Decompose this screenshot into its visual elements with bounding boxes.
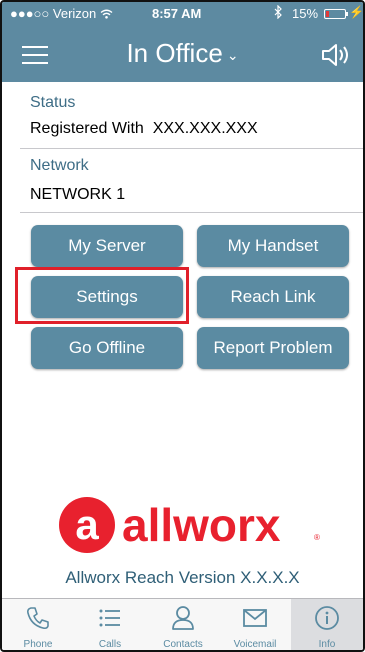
- phone-screen: ●●●○○ Verizon 8:57 AM 15% ⚡ In Office ⌄ …: [0, 0, 365, 652]
- svg-text:allworx: allworx: [122, 499, 281, 551]
- signal-carrier: ●●●○○ Verizon: [10, 6, 113, 21]
- tab-label: Calls: [98, 639, 122, 650]
- clock: 8:57 AM: [152, 6, 202, 21]
- carrier-name: Verizon: [52, 6, 97, 21]
- network-value: NETWORK 1: [30, 186, 126, 203]
- info-icon: [315, 606, 339, 630]
- network-label: Network: [30, 157, 89, 174]
- tab-phone[interactable]: Phone: [2, 599, 74, 650]
- tab-calls[interactable]: Calls: [74, 599, 146, 650]
- report-problem-button[interactable]: Report Problem: [197, 327, 349, 369]
- allworx-logo: a allworx ®: [58, 496, 320, 554]
- reach-link-button[interactable]: Reach Link: [197, 276, 349, 318]
- tab-voicemail[interactable]: Voicemail: [219, 599, 291, 650]
- version-text: Allworx Reach Version X.X.X.X: [65, 568, 300, 587]
- tab-label: Info: [318, 639, 336, 650]
- speaker-icon[interactable]: [320, 42, 350, 68]
- my-handset-button[interactable]: My Handset: [197, 225, 349, 267]
- list-icon: [99, 609, 120, 627]
- divider: [20, 148, 363, 149]
- phone-icon: [27, 607, 49, 630]
- settings-highlight-box: [15, 267, 189, 324]
- battery-percent: 15%: [292, 6, 319, 21]
- envelope-icon: [243, 609, 267, 627]
- chevron-down-icon: ⌄: [226, 46, 239, 63]
- presence-selector[interactable]: In Office ⌄: [2, 38, 363, 69]
- charging-icon: ⚡: [349, 5, 364, 19]
- status-bar: ●●●○○ Verizon 8:57 AM 15% ⚡: [2, 2, 363, 26]
- signal-strength-icon: ●●●○○: [10, 6, 50, 21]
- nav-bar: In Office ⌄: [2, 26, 363, 82]
- wifi-icon: [100, 6, 113, 21]
- divider: [20, 212, 363, 213]
- tab-label: Contacts: [163, 639, 203, 650]
- status-value: Registered With XXX.XXX.XXX: [30, 120, 258, 137]
- tab-contacts[interactable]: Contacts: [147, 599, 219, 650]
- tab-label: Voicemail: [233, 639, 277, 650]
- tab-label: Phone: [23, 639, 53, 650]
- svg-text:a: a: [75, 501, 99, 548]
- tab-bar: Phone Calls Contacts Voicemail Info: [2, 598, 363, 650]
- page-title: In Office: [126, 38, 223, 68]
- battery-icon: [324, 9, 348, 19]
- bluetooth-icon: [274, 4, 283, 22]
- go-offline-button[interactable]: Go Offline: [31, 327, 183, 369]
- person-icon: [172, 606, 194, 630]
- status-label: Status: [30, 94, 76, 111]
- svg-text:®: ®: [314, 533, 320, 542]
- my-server-button[interactable]: My Server: [31, 225, 183, 267]
- tab-info[interactable]: Info: [291, 599, 363, 650]
